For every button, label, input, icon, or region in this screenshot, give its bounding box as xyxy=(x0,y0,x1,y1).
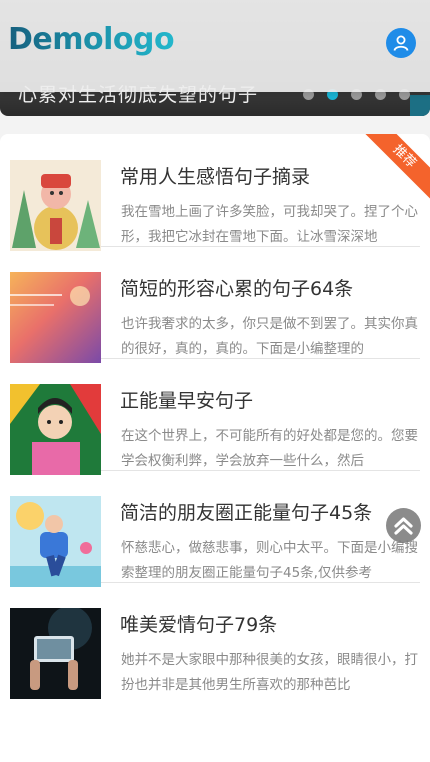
item-summary: 她并不是大家眼中那种很美的女孩，眼睛很小，打扮也并非是其他男生所喜欢的那种芭比 xyxy=(121,652,418,693)
page: 心累对生活彻底失望的句子 Demologo 推荐 常用人生感悟句子摘录 我在雪地… xyxy=(0,0,430,762)
site-header: Demologo xyxy=(0,0,430,92)
back-to-top-button[interactable] xyxy=(386,508,421,543)
list-item[interactable]: 正能量早安句子 在这个世界上，不可能所有的好处都是您的。您要学会权衡利弊，学会放… xyxy=(10,358,420,475)
list-item[interactable]: 简短的形容心累的句子64条 也许我奢求的太多，你只是做不到罢了。其实你真的很好，… xyxy=(10,246,420,363)
item-summary: 怀慈悲心，做慈悲事，则心中太平。下面是小编搜索整理的朋友圈正能量句子45条,仅供… xyxy=(121,540,418,581)
list-item[interactable]: 唯美爱情句子79条 她并不是大家眼中那种很美的女孩，眼睛很小，打扮也并非是其他男… xyxy=(10,582,420,699)
item-title[interactable]: 唯美爱情句子79条 xyxy=(120,610,420,637)
toy-figure-image[interactable] xyxy=(10,160,101,251)
chevron-double-up-icon xyxy=(394,517,413,535)
list-item[interactable]: 简洁的朋友圈正能量句子45条 怀慈悲心，做慈悲事，则心中太平。下面是小编搜索整理… xyxy=(10,470,420,587)
item-summary: 在这个世界上，不可能所有的好处都是您的。您要学会权衡利弊，学会放弃一些什么，然后 xyxy=(121,428,418,469)
gradient-poster-image[interactable] xyxy=(10,272,101,363)
illustrated-runner-image[interactable] xyxy=(10,496,101,587)
item-title[interactable]: 正能量早安句子 xyxy=(120,386,420,413)
item-summary: 也许我奢求的太多，你只是做不到罢了。其实你真的很好，真的，真的。下面是小编整理的 xyxy=(121,316,418,357)
user-account-button[interactable] xyxy=(386,28,416,58)
next-slide-peek xyxy=(410,95,430,116)
item-title[interactable]: 常用人生感悟句子摘录 xyxy=(120,162,420,189)
concert-phone-image[interactable] xyxy=(10,608,101,699)
item-title[interactable]: 简洁的朋友圈正能量句子45条 xyxy=(120,498,420,525)
site-logo[interactable]: Demologo xyxy=(8,22,175,57)
item-summary: 我在雪地上画了许多笑脸，可我却哭了。捏了个心形，我把它冰封在雪地下面。让冰雪深深… xyxy=(121,204,418,245)
user-icon xyxy=(393,35,409,51)
pop-art-portrait-image[interactable] xyxy=(10,384,101,475)
item-title[interactable]: 简短的形容心累的句子64条 xyxy=(120,274,420,301)
list-item[interactable]: 常用人生感悟句子摘录 我在雪地上画了许多笑脸，可我却哭了。捏了个心形，我把它冰封… xyxy=(10,134,420,251)
article-list-card: 推荐 常用人生感悟句子摘录 我在雪地上画了许多笑脸，可我却哭了。捏了个心形，我把… xyxy=(0,134,430,762)
